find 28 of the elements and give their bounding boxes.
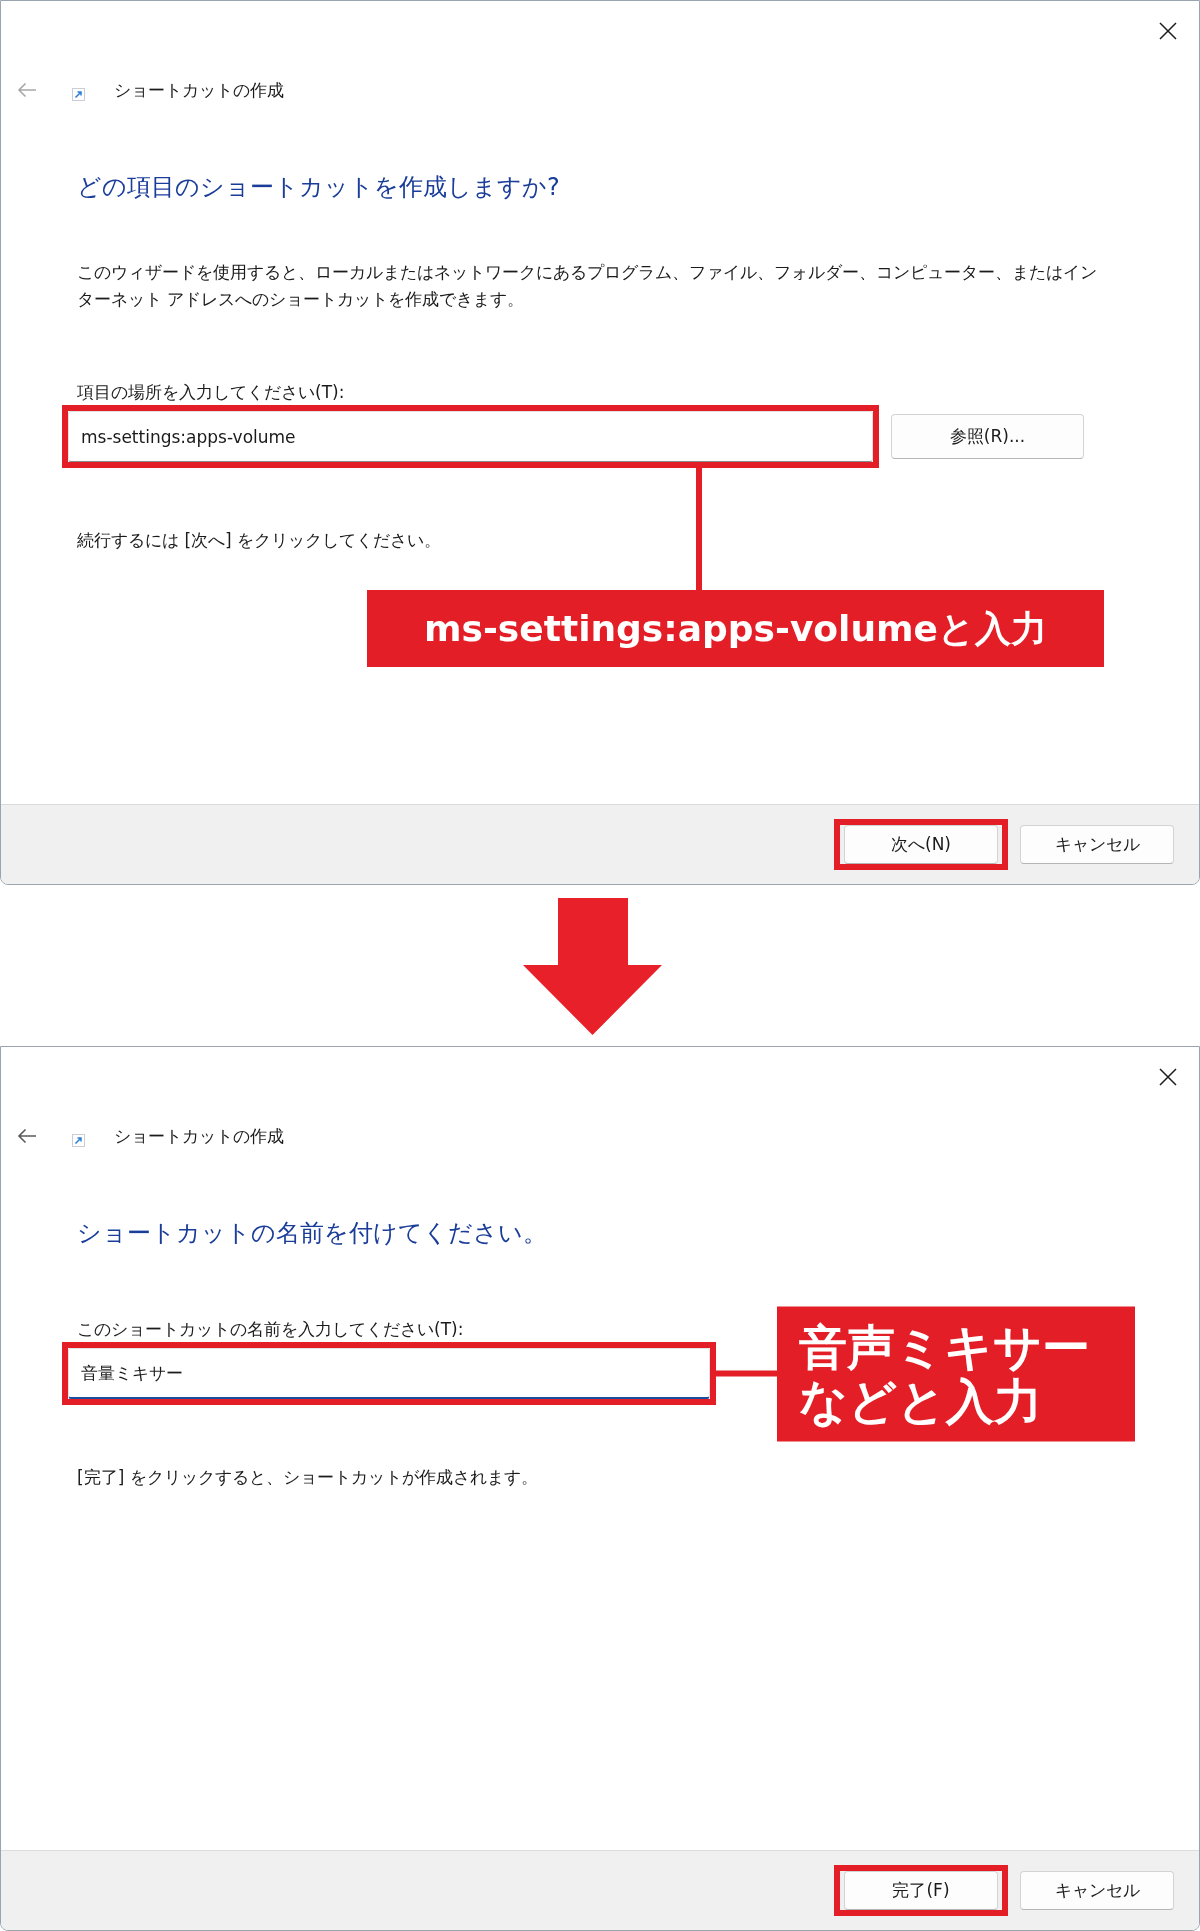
back-button[interactable] (17, 1128, 37, 1144)
wizard-heading: ショートカットの名前を付けてください。 (77, 1218, 547, 1249)
dialog-button[interactable]: キャンセル (1020, 1871, 1174, 1910)
left-arrow-icon (17, 1128, 37, 1144)
field-label: 項目の場所を入力してください(T): (77, 381, 345, 404)
shortcut-icon (72, 1133, 85, 1147)
callout-label: ms-settings:apps-volumeと入力 (367, 590, 1104, 667)
left-arrow-icon (17, 82, 37, 98)
window-title: ショートカットの作成 (114, 1125, 284, 1148)
shortcut-icon (72, 87, 85, 101)
browse-button[interactable]: 参照(R)... (891, 414, 1084, 459)
callout-label: 音声ミキサー などと入力 (777, 1306, 1135, 1441)
field-label: このショートカットの名前を入力してください(T): (77, 1318, 464, 1341)
window-title: ショートカットの作成 (114, 79, 284, 102)
close-icon (1159, 21, 1177, 40)
dialog-button[interactable]: キャンセル (1020, 825, 1174, 864)
description-text: このウィザードを使用すると、ローカルまたはネットワークにあるプログラム、ファイル、フォルダー、コンピューター、またはインターネット アドレスへのショートカットを作成できます。 (77, 261, 1098, 311)
close-button[interactable] (1159, 1067, 1177, 1086)
instruction-text: 続行するには [次へ] をクリックしてください。 (77, 529, 442, 552)
close-icon (1159, 1067, 1177, 1086)
close-button[interactable] (1159, 21, 1177, 40)
instruction-text: [完了] をクリックすると、ショートカットが作成されます。 (77, 1466, 538, 1489)
wizard-heading: どの項目のショートカットを作成しますか? (77, 172, 560, 203)
input-field[interactable]: ms-settings:apps-volume (68, 411, 873, 462)
input-field[interactable]: 音量ミキサー (68, 1348, 710, 1399)
dialog-button[interactable]: 次へ(N) (844, 825, 998, 864)
down-arrow-icon (523, 898, 662, 1035)
dialog-button[interactable]: 完了(F) (844, 1871, 998, 1910)
